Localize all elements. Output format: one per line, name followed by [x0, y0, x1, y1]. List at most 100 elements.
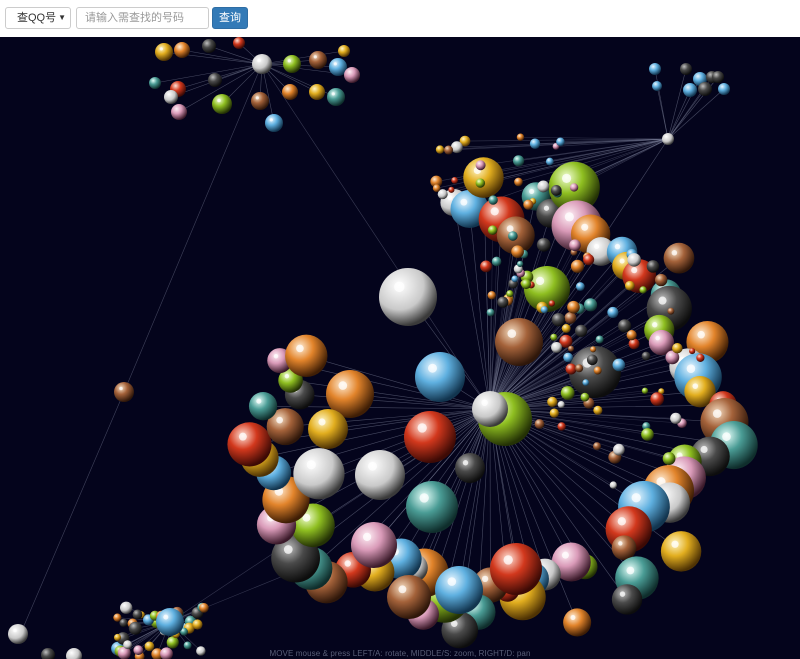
graph-node[interactable] — [590, 346, 597, 353]
graph-node[interactable] — [662, 133, 674, 145]
graph-node[interactable] — [641, 387, 649, 394]
graph-node[interactable] — [551, 341, 563, 353]
graph-node[interactable] — [563, 352, 573, 363]
graph-node[interactable] — [639, 286, 647, 294]
graph-node[interactable] — [164, 90, 178, 104]
graph-node[interactable] — [149, 77, 161, 89]
graph-node[interactable] — [132, 609, 143, 620]
graph-node[interactable] — [192, 619, 203, 630]
graph-node[interactable] — [128, 621, 142, 635]
graph-node[interactable] — [607, 306, 619, 318]
graph-node[interactable] — [650, 392, 664, 406]
graph-node[interactable] — [516, 260, 524, 268]
graph-node[interactable] — [698, 82, 712, 96]
graph-node[interactable] — [611, 584, 643, 615]
graph-node[interactable] — [166, 636, 179, 649]
graph-node[interactable] — [521, 279, 532, 290]
graph-node[interactable] — [670, 412, 682, 425]
graph-node[interactable] — [252, 54, 272, 74]
graph-node[interactable] — [404, 411, 456, 463]
graph-node[interactable] — [534, 419, 545, 429]
graph-node[interactable] — [406, 481, 458, 533]
graph-node[interactable] — [514, 177, 523, 187]
graph-node[interactable] — [511, 275, 519, 283]
graph-node[interactable] — [689, 347, 696, 355]
graph-node[interactable] — [611, 535, 637, 561]
search-type-select[interactable]: 查QQ号 ▼ — [5, 7, 71, 29]
graph-node[interactable] — [557, 400, 565, 409]
graph-node[interactable] — [560, 386, 575, 400]
graph-node[interactable] — [265, 114, 283, 132]
graph-node[interactable] — [233, 37, 245, 49]
graph-node[interactable] — [202, 39, 216, 53]
graph-node[interactable] — [435, 566, 483, 614]
graph-node[interactable] — [593, 366, 602, 375]
graph-node[interactable] — [516, 133, 525, 141]
graph-node[interactable] — [613, 443, 625, 456]
graph-node[interactable] — [251, 92, 269, 110]
graph-node[interactable] — [351, 522, 397, 568]
graph-node[interactable] — [583, 298, 598, 312]
graph-node[interactable] — [512, 155, 525, 167]
graph-node[interactable] — [556, 137, 565, 147]
graph-node[interactable] — [455, 453, 485, 483]
graph-node[interactable] — [536, 237, 551, 252]
graph-node[interactable] — [208, 73, 222, 87]
graph-node[interactable] — [667, 307, 675, 315]
graph-node[interactable] — [285, 334, 328, 378]
graph-node[interactable] — [595, 335, 604, 344]
graph-node[interactable] — [545, 157, 554, 166]
graph-node[interactable] — [448, 186, 455, 193]
graph-node[interactable] — [511, 245, 524, 259]
graph-node[interactable] — [550, 333, 558, 341]
graph-node[interactable] — [443, 145, 454, 155]
graph-node[interactable] — [529, 138, 541, 149]
graph-node[interactable] — [654, 273, 668, 287]
graph-node[interactable] — [379, 268, 437, 326]
graph-node[interactable] — [646, 260, 660, 273]
graph-node[interactable] — [683, 83, 697, 97]
graph-node[interactable] — [114, 382, 134, 402]
graph-node[interactable] — [563, 608, 592, 637]
graph-node[interactable] — [575, 364, 584, 373]
graph-node[interactable] — [435, 145, 445, 154]
graph-node[interactable] — [672, 342, 683, 354]
graph-node[interactable] — [627, 253, 641, 267]
graph-node[interactable] — [652, 81, 662, 91]
graph-node[interactable] — [561, 324, 571, 333]
graph-node[interactable] — [662, 452, 676, 465]
graph-node[interactable] — [624, 280, 635, 291]
graph-node[interactable] — [293, 448, 345, 500]
graph-node[interactable] — [488, 195, 498, 205]
graph-node[interactable] — [565, 363, 577, 375]
graph-node[interactable] — [480, 260, 492, 273]
search-input[interactable] — [76, 7, 209, 29]
graph-node[interactable] — [508, 231, 518, 241]
graph-node[interactable] — [8, 624, 28, 644]
graph-node[interactable] — [570, 259, 585, 273]
graph-node[interactable] — [649, 63, 661, 75]
graph-node[interactable] — [212, 94, 232, 114]
graph-node[interactable] — [113, 633, 122, 642]
graph-node[interactable] — [718, 83, 730, 95]
graph-node[interactable] — [415, 352, 465, 402]
graph-node[interactable] — [451, 177, 458, 184]
graph-node[interactable] — [626, 330, 637, 341]
graph-node[interactable] — [549, 408, 559, 418]
graph-node[interactable] — [282, 84, 298, 100]
graph-node[interactable] — [497, 296, 509, 308]
graph-node[interactable] — [593, 442, 602, 451]
graph-node[interactable] — [338, 45, 350, 57]
graph-node[interactable] — [575, 282, 585, 291]
graph-node[interactable] — [487, 225, 498, 235]
graph-node[interactable] — [547, 396, 558, 408]
graph-node[interactable] — [491, 256, 502, 267]
graph-node[interactable] — [308, 409, 348, 449]
graph-node[interactable] — [567, 345, 575, 352]
graph-node[interactable] — [248, 392, 278, 421]
graph-node[interactable] — [660, 531, 702, 572]
graph-node[interactable] — [472, 391, 508, 427]
graph-node[interactable] — [327, 88, 345, 106]
graph-node[interactable] — [567, 300, 580, 314]
graph-node[interactable] — [475, 178, 486, 188]
